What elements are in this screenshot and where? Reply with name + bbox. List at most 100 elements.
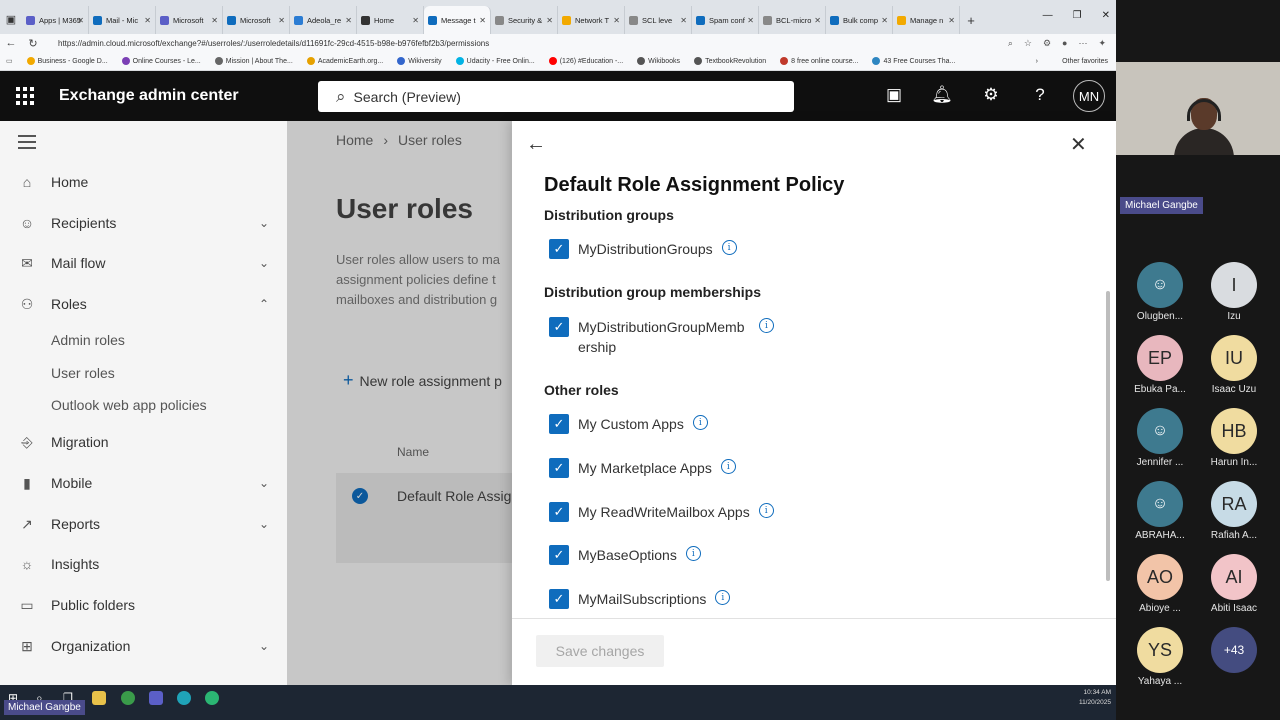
favorite-star-icon[interactable]: ☆ <box>1024 38 1032 49</box>
browser-tab[interactable]: Adeola_re ✕ <box>290 6 357 34</box>
copilot-icon[interactable]: ✦ <box>1098 38 1106 49</box>
info-icon[interactable]: i <box>721 240 737 255</box>
chevron-down-icon[interactable]: ⌄ <box>259 517 269 531</box>
participant-tile[interactable]: YS Yahaya ... <box>1128 627 1192 687</box>
browser-tab[interactable]: Message t ✕ <box>424 6 491 34</box>
other-favorites-link[interactable]: Other favorites <box>1062 58 1108 65</box>
favorite-link[interactable]: Mission | About The... <box>214 57 293 65</box>
bell-icon[interactable]: 🔔︎ <box>930 85 954 105</box>
restore-icon[interactable]: ❐ <box>1073 10 1082 21</box>
favorites-icon[interactable]: ▭ <box>6 57 13 65</box>
minimize-icon[interactable]: — <box>1043 10 1053 21</box>
chevron-down-icon[interactable]: ⌄ <box>259 639 269 653</box>
participant-tile[interactable]: AI Abiti Isaac <box>1202 554 1266 614</box>
tab-close-icon[interactable]: ✕ <box>77 16 84 25</box>
permission-my-readwritemailbox-apps[interactable]: ✓ My ReadWriteMailbox Apps i <box>549 502 774 522</box>
tab-close-icon[interactable]: ✕ <box>680 16 687 25</box>
favorite-link[interactable]: TextbookRevolution <box>694 57 766 65</box>
browser-tab[interactable]: Microsoft ✕ <box>223 6 290 34</box>
browser-tab[interactable]: SCL leve ✕ <box>625 6 692 34</box>
permission-mydistributiongroupmembership[interactable]: ✓ MyDistributionGroupMembership i <box>549 317 774 357</box>
taskbar-clock[interactable]: 10:34 AM 11/20/2025 <box>1079 688 1111 708</box>
participant-tile[interactable]: ☺ Jennifer ... <box>1128 408 1192 468</box>
info-icon[interactable]: i <box>759 318 774 333</box>
favorite-link[interactable]: Business - Google D... <box>26 57 108 65</box>
tab-close-icon[interactable]: ✕ <box>747 16 754 25</box>
app-launcher-icon[interactable] <box>16 87 34 105</box>
checkbox-checked-icon[interactable]: ✓ <box>549 239 569 259</box>
help-icon[interactable]: ? <box>1028 85 1052 105</box>
permission-my-marketplace-apps[interactable]: ✓ My Marketplace Apps i <box>549 458 736 478</box>
presenter-video[interactable] <box>1116 62 1280 155</box>
permission-mybaseoptions[interactable]: ✓ MyBaseOptions i <box>549 545 701 565</box>
info-icon[interactable]: i <box>715 590 731 605</box>
tab-close-icon[interactable]: ✕ <box>144 16 151 25</box>
browser-tab[interactable]: Security & ✕ <box>491 6 558 34</box>
search-input[interactable]: ⌕ Search (Preview) <box>318 81 794 112</box>
nav-subitem-user-roles[interactable]: User roles <box>51 365 115 381</box>
app-title[interactable]: Exchange admin center <box>59 87 239 105</box>
tab-close-icon[interactable]: ✕ <box>211 16 218 25</box>
tab-close-icon[interactable]: ✕ <box>814 16 821 25</box>
info-icon[interactable]: i <box>685 546 701 561</box>
panel-scrollbar[interactable] <box>1106 291 1110 581</box>
nav-item-home[interactable]: ⌂ Home <box>0 163 287 201</box>
favorite-link[interactable]: Wikiversity <box>397 57 442 65</box>
browser-tab[interactable]: Microsoft ✕ <box>156 6 223 34</box>
info-icon[interactable]: i <box>758 503 774 518</box>
gear-icon[interactable]: ⚙ <box>979 85 1003 105</box>
participant-tile[interactable]: ☺ ABRAHA... <box>1128 481 1192 541</box>
new-tab-button[interactable]: + <box>960 6 982 34</box>
nav-item-roles[interactable]: ⚇ Roles ⌃ <box>0 285 287 323</box>
tab-close-icon[interactable]: ✕ <box>881 16 888 25</box>
browser-tab[interactable]: Home ✕ <box>357 6 424 34</box>
checkbox-checked-icon[interactable]: ✓ <box>549 458 569 478</box>
tab-close-icon[interactable]: ✕ <box>546 16 553 25</box>
url-field[interactable]: https://admin.cloud.microsoft/exchange?#… <box>52 35 998 51</box>
favorite-link[interactable]: Wikibooks <box>637 57 680 65</box>
file-explorer-icon[interactable] <box>92 691 106 705</box>
refresh-icon[interactable]: ↻ <box>22 37 44 50</box>
browser-tab[interactable]: Network T ✕ <box>558 6 625 34</box>
close-icon[interactable]: ✕ <box>1070 132 1087 157</box>
permission-mymailsubscriptions[interactable]: ✓ MyMailSubscriptions i <box>549 589 731 609</box>
participant-tile[interactable]: IU Isaac Uzu <box>1202 335 1266 395</box>
save-changes-button[interactable]: Save changes <box>536 635 664 667</box>
nav-item-mobile[interactable]: ▮ Mobile ⌄ <box>0 464 287 502</box>
back-arrow-icon[interactable]: ← <box>526 133 546 156</box>
back-icon[interactable]: ← <box>0 37 22 49</box>
favorite-link[interactable]: AcademicEarth.org... <box>306 57 383 65</box>
chevron-down-icon[interactable]: ⌄ <box>259 256 269 270</box>
nav-subitem-admin-roles[interactable]: Admin roles <box>51 332 125 348</box>
favorite-link[interactable]: Udacity - Free Onlin... <box>455 57 535 65</box>
edge-dev-icon[interactable] <box>205 691 219 705</box>
favorite-link[interactable]: 8 free online course... <box>780 57 858 65</box>
edge-icon[interactable] <box>177 691 191 705</box>
hamburger-icon[interactable] <box>18 135 36 153</box>
nav-subitem-outlook-web-app-policies[interactable]: Outlook web app policies <box>51 397 207 413</box>
checkbox-checked-icon[interactable]: ✓ <box>549 545 569 565</box>
participant-tile[interactable]: RA Rafiah A... <box>1202 481 1266 541</box>
tab-close-icon[interactable]: ✕ <box>412 16 419 25</box>
favorite-link[interactable]: 43 Free Courses Tha... <box>872 57 955 65</box>
terminal-icon[interactable]: ▣ <box>882 85 906 105</box>
nav-item-recipients[interactable]: ☺ Recipients ⌄ <box>0 204 287 242</box>
info-icon[interactable]: i <box>720 459 736 474</box>
chevron-up-icon[interactable]: ⌃ <box>259 297 269 311</box>
permission-mydistributiongroups[interactable]: ✓ MyDistributionGroups i <box>549 239 737 259</box>
browser-tab[interactable]: Bulk comp ✕ <box>826 6 893 34</box>
tab-close-icon[interactable]: ✕ <box>345 16 352 25</box>
chrome-icon[interactable] <box>121 691 135 705</box>
nav-item-public-folders[interactable]: ▭ Public folders <box>0 586 287 624</box>
zoom-icon[interactable]: ⌕ <box>1008 38 1013 49</box>
chevron-right-icon[interactable]: › <box>1036 58 1038 65</box>
participant-tile[interactable]: EP Ebuka Pa... <box>1128 335 1192 395</box>
nav-item-insights[interactable]: ☼ Insights <box>0 545 287 583</box>
checkbox-checked-icon[interactable]: ✓ <box>549 502 569 522</box>
info-icon[interactable]: i <box>692 415 708 430</box>
checkbox-checked-icon[interactable]: ✓ <box>549 589 569 609</box>
chevron-down-icon[interactable]: ⌄ <box>259 476 269 490</box>
tab-close-icon[interactable]: ✕ <box>278 16 285 25</box>
tab-close-icon[interactable]: ✕ <box>948 16 955 25</box>
browser-tab[interactable]: Apps | M365 ✕ <box>22 6 89 34</box>
